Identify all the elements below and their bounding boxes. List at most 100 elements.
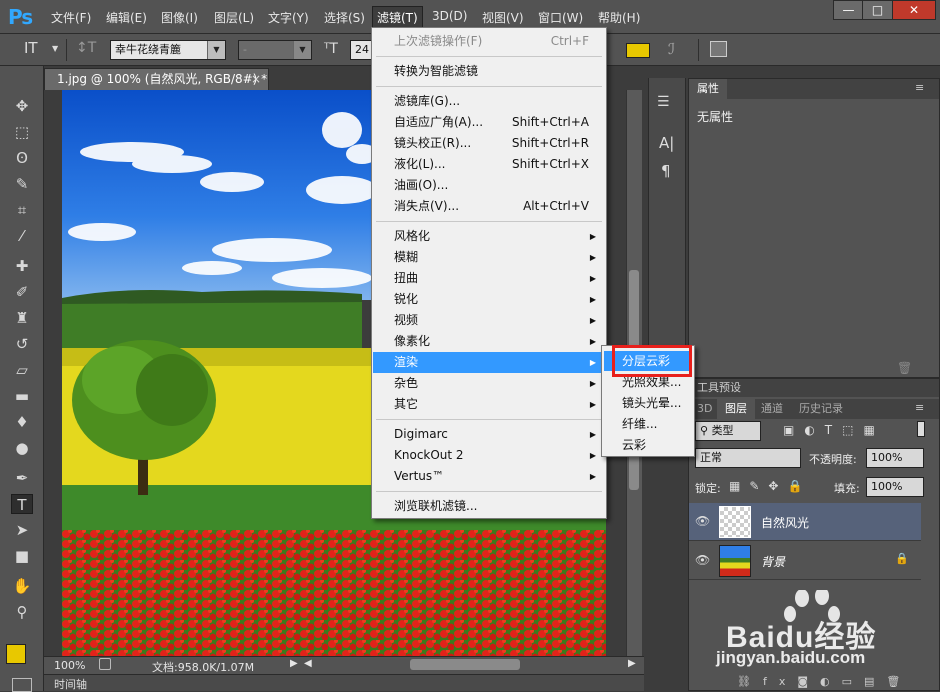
- close-icon[interactable]: ×: [251, 69, 261, 89]
- menu-item-browse-online-filters[interactable]: 浏览联机滤镜...: [373, 496, 605, 517]
- menu-item-sharpen[interactable]: 锐化 ▶: [373, 289, 605, 310]
- font-family-select[interactable]: 幸牛花绕青簏 ▼: [110, 40, 226, 60]
- menu-item-convert-smart-filters[interactable]: 转换为智能滤镜: [373, 61, 605, 82]
- character-panel-icon[interactable]: [710, 41, 727, 57]
- tab-layers[interactable]: 图层: [717, 399, 755, 419]
- horizontal-scroll-thumb[interactable]: [410, 659, 520, 670]
- filter-toggle-icon[interactable]: [917, 421, 925, 437]
- menu-item-blur[interactable]: 模糊 ▶: [373, 247, 605, 268]
- menu-layer[interactable]: 图层(L): [214, 9, 254, 26]
- marquee-tool-icon[interactable]: ⬚: [11, 122, 33, 142]
- minimize-button[interactable]: —: [833, 0, 864, 20]
- menu-item-knockout[interactable]: KnockOut 2 ▶: [373, 445, 605, 466]
- brush-tool-icon[interactable]: ✐: [11, 282, 33, 302]
- close-button[interactable]: ✕: [892, 0, 936, 20]
- menu-type[interactable]: 文字(Y): [268, 9, 309, 26]
- lock-icons[interactable]: ▦✎✥🔒: [729, 479, 811, 493]
- blend-mode-select[interactable]: 正常: [695, 448, 801, 468]
- menu-item-pixelate[interactable]: 像素化 ▶: [373, 331, 605, 352]
- eyedropper-tool-icon[interactable]: ⁄: [11, 226, 33, 246]
- hand-tool-icon[interactable]: ✋: [11, 576, 33, 596]
- opacity-field[interactable]: 100%: [866, 448, 924, 468]
- layer-row-background[interactable]: 👁 背景 🔒: [689, 542, 921, 580]
- tab-tool-presets[interactable]: 工具预设: [689, 378, 749, 398]
- quick-mask-icon[interactable]: [12, 678, 32, 692]
- menu-item-digimarc[interactable]: Digimarc ▶: [373, 424, 605, 445]
- tab-channels[interactable]: 通道: [753, 399, 791, 419]
- eraser-tool-icon[interactable]: ▱: [11, 360, 33, 380]
- gradient-tool-icon[interactable]: ▬: [11, 386, 33, 406]
- font-size-field[interactable]: 24: [350, 40, 372, 60]
- menu-image[interactable]: 图像(I): [161, 9, 198, 26]
- menu-help[interactable]: 帮助(H): [598, 9, 640, 26]
- document-tab[interactable]: 1.jpg @ 100% (自然风光, RGB/8#) * ×: [44, 68, 269, 90]
- zoom-level[interactable]: 100%: [54, 659, 85, 672]
- fill-field[interactable]: 100%: [866, 477, 924, 497]
- clone-stamp-tool-icon[interactable]: ♜: [11, 308, 33, 328]
- crop-tool-icon[interactable]: ⌗: [11, 200, 33, 220]
- menu-item-noise[interactable]: 杂色 ▶: [373, 373, 605, 394]
- menu-edit[interactable]: 编辑(E): [106, 9, 147, 26]
- menu-item-oil-paint[interactable]: 油画(O)...: [373, 175, 605, 196]
- menu-window[interactable]: 窗口(W): [538, 9, 583, 26]
- tab-properties[interactable]: 属性: [689, 79, 727, 99]
- layer-row-natural-scenery[interactable]: 👁 自然风光: [689, 503, 921, 541]
- text-color-swatch[interactable]: [626, 43, 650, 58]
- menu-view[interactable]: 视图(V): [482, 9, 524, 26]
- menu-filter[interactable]: 滤镜(T): [372, 6, 423, 29]
- lasso-tool-icon[interactable]: ʘ: [11, 148, 33, 168]
- menu-item-filter-gallery[interactable]: 滤镜库(G)...: [373, 91, 605, 112]
- menu-item-vanishing-point[interactable]: 消失点(V)... Alt+Ctrl+V: [373, 196, 605, 217]
- layer-filter-icons[interactable]: ▣◐T⬚▦: [783, 423, 885, 437]
- chevron-down-icon[interactable]: ▼: [52, 44, 58, 53]
- history-icon[interactable]: ☰: [657, 94, 670, 110]
- menu-3d[interactable]: 3D(D): [432, 9, 467, 23]
- panel-menu-icon[interactable]: ≡: [915, 81, 924, 94]
- chevron-left-icon[interactable]: ◀: [304, 658, 312, 669]
- character-icon[interactable]: A|: [659, 134, 674, 152]
- menu-item-liquify[interactable]: 液化(L)... Shift+Ctrl+X: [373, 154, 605, 175]
- foreground-color-swatch[interactable]: [6, 644, 26, 664]
- menu-item-adaptive-wide-angle[interactable]: 自适应广角(A)... Shift+Ctrl+A: [373, 112, 605, 133]
- zoom-tool-icon[interactable]: ⚲: [11, 602, 33, 622]
- submenu-item-clouds[interactable]: 云彩: [604, 435, 692, 455]
- tab-history[interactable]: 历史记录: [791, 399, 851, 419]
- submenu-item-lens-flare[interactable]: 镜头光晕...: [604, 393, 692, 413]
- eye-icon[interactable]: 👁: [695, 553, 710, 567]
- doc-status-icon[interactable]: [99, 658, 111, 670]
- move-tool-icon[interactable]: ✥: [11, 96, 33, 116]
- trash-icon[interactable]: 🗑: [897, 361, 912, 375]
- menu-item-stylize[interactable]: 风格化 ▶: [373, 226, 605, 247]
- menu-item-distort[interactable]: 扭曲 ▶: [373, 268, 605, 289]
- panel-menu-icon[interactable]: ≡: [915, 401, 924, 414]
- chevron-right-icon[interactable]: ▶: [628, 658, 636, 669]
- menu-item-render[interactable]: 渲染 ▶: [373, 352, 605, 373]
- menu-select[interactable]: 选择(S): [324, 9, 365, 26]
- menu-item-other[interactable]: 其它 ▶: [373, 394, 605, 415]
- healing-brush-tool-icon[interactable]: ✚: [11, 256, 33, 276]
- menu-item-video[interactable]: 视频 ▶: [373, 310, 605, 331]
- path-selection-tool-icon[interactable]: ➤: [11, 520, 33, 540]
- font-style-select[interactable]: - ▼: [238, 40, 312, 60]
- submenu-item-fibers[interactable]: 纤维...: [604, 414, 692, 434]
- history-brush-tool-icon[interactable]: ↺: [11, 334, 33, 354]
- layer-filter-select[interactable]: ⚲ 类型: [695, 421, 761, 441]
- restore-button[interactable]: □: [862, 0, 893, 20]
- menu-item-lens-correction[interactable]: 镜头校正(R)... Shift+Ctrl+R: [373, 133, 605, 154]
- rectangle-tool-icon[interactable]: ■: [11, 546, 33, 566]
- blur-tool-icon[interactable]: ♦: [11, 412, 33, 432]
- type-tool-preset-icon[interactable]: IT: [24, 39, 38, 57]
- text-orientation-icon[interactable]: ↕T: [76, 40, 98, 60]
- quick-select-tool-icon[interactable]: ✎: [11, 174, 33, 194]
- type-tool-icon[interactable]: T: [11, 494, 33, 514]
- menu-file[interactable]: 文件(F): [51, 9, 91, 26]
- paragraph-icon[interactable]: ¶: [661, 162, 671, 180]
- timeline-tab[interactable]: 时间轴: [54, 676, 87, 692]
- chevron-right-icon[interactable]: ▶: [290, 658, 298, 669]
- eye-icon[interactable]: 👁: [695, 514, 710, 528]
- dodge-tool-icon[interactable]: ●: [11, 438, 33, 458]
- menu-item-vertus[interactable]: Vertus™ ▶: [373, 466, 605, 487]
- warp-text-icon[interactable]: ℐ: [668, 40, 675, 58]
- menu-item-last-filter[interactable]: 上次滤镜操作(F) Ctrl+F: [373, 31, 605, 52]
- pen-tool-icon[interactable]: ✒: [11, 468, 33, 488]
